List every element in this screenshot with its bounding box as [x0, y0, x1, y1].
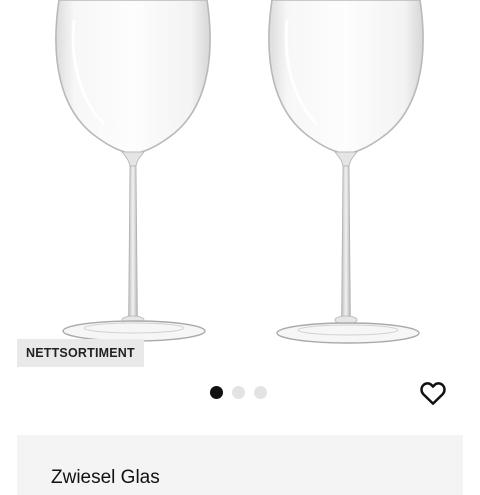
- product-info-card: Zwiesel Glas: [17, 435, 463, 495]
- left-wine-glass: [55, 0, 211, 342]
- pager-dot-3[interactable]: [254, 386, 267, 399]
- favorite-button[interactable]: [418, 378, 448, 408]
- brand-name: Zwiesel Glas: [51, 467, 160, 488]
- heart-outline-icon: [420, 382, 446, 405]
- pager-dot-2[interactable]: [232, 386, 245, 399]
- wine-glasses-illustration: [55, 0, 424, 344]
- right-wine-glass: [268, 0, 424, 344]
- product-image[interactable]: [0, 0, 480, 350]
- pager-dot-1[interactable]: [210, 386, 223, 399]
- image-pager: [210, 386, 267, 399]
- assortment-badge: NETTSORTIMENT: [17, 339, 144, 367]
